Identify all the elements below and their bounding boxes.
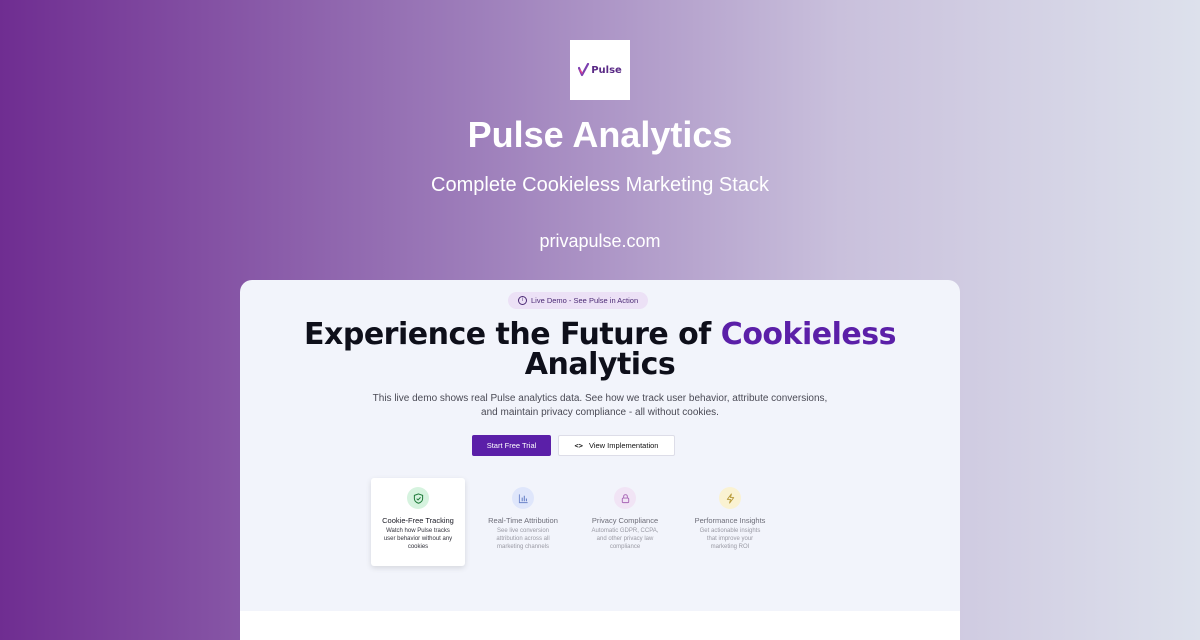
page-subtitle: Complete Cookieless Marketing Stack <box>431 174 769 196</box>
shield-check-icon <box>407 487 429 509</box>
feature-description: Automatic GDPR, CCPA, and other privacy … <box>591 528 659 550</box>
demo-description: This live demo shows real Pulse analytic… <box>372 393 828 418</box>
view-implementation-label: View Implementation <box>588 441 659 450</box>
feature-title: Performance Insights <box>694 516 766 525</box>
start-free-trial-button[interactable]: Start Free Trial <box>472 435 551 456</box>
code-icon: <> <box>574 441 583 450</box>
site-domain: privapulse.com <box>539 231 661 251</box>
demo-headline: Experience the Future of Cookieless Anal… <box>240 320 960 380</box>
feature-title: Privacy Compliance <box>591 516 659 525</box>
page-title: Pulse Analytics <box>467 114 733 155</box>
badge-label: Live Demo - See Pulse in Action <box>531 296 639 305</box>
demo-preview-card: i Live Demo - See Pulse in Action Experi… <box>240 280 960 640</box>
feature-description: Get actionable insights that improve you… <box>699 528 761 550</box>
feature-description: Watch how Pulse tracks user behavior wit… <box>383 528 453 550</box>
logo-wordmark: Pulse <box>591 64 622 76</box>
brand-logo: Pulse <box>570 40 630 100</box>
feature-real-time-attribution[interactable]: Real-Time Attribution See live conversio… <box>476 478 570 566</box>
view-implementation-button[interactable]: <> View Implementation <box>558 435 675 456</box>
feature-title: Cookie-Free Tracking <box>382 516 454 525</box>
lightning-icon <box>719 487 741 509</box>
lock-icon <box>614 487 636 509</box>
headline-text-2: Analytics <box>524 347 676 382</box>
pulse-logo-icon <box>578 63 590 77</box>
live-demo-badge: i Live Demo - See Pulse in Action <box>508 292 649 309</box>
card-footer-strip <box>240 611 960 640</box>
feature-title: Real-Time Attribution <box>488 516 558 525</box>
feature-privacy-compliance[interactable]: Privacy Compliance Automatic GDPR, CCPA,… <box>578 478 672 566</box>
feature-cookie-free-tracking[interactable]: Cookie-Free Tracking Watch how Pulse tra… <box>371 478 465 566</box>
feature-description: See live conversion attribution across a… <box>496 528 550 550</box>
bar-chart-icon <box>512 487 534 509</box>
headline-accent: Cookieless <box>720 317 897 352</box>
info-icon: i <box>518 296 527 305</box>
feature-performance-insights[interactable]: Performance Insights Get actionable insi… <box>683 478 777 566</box>
